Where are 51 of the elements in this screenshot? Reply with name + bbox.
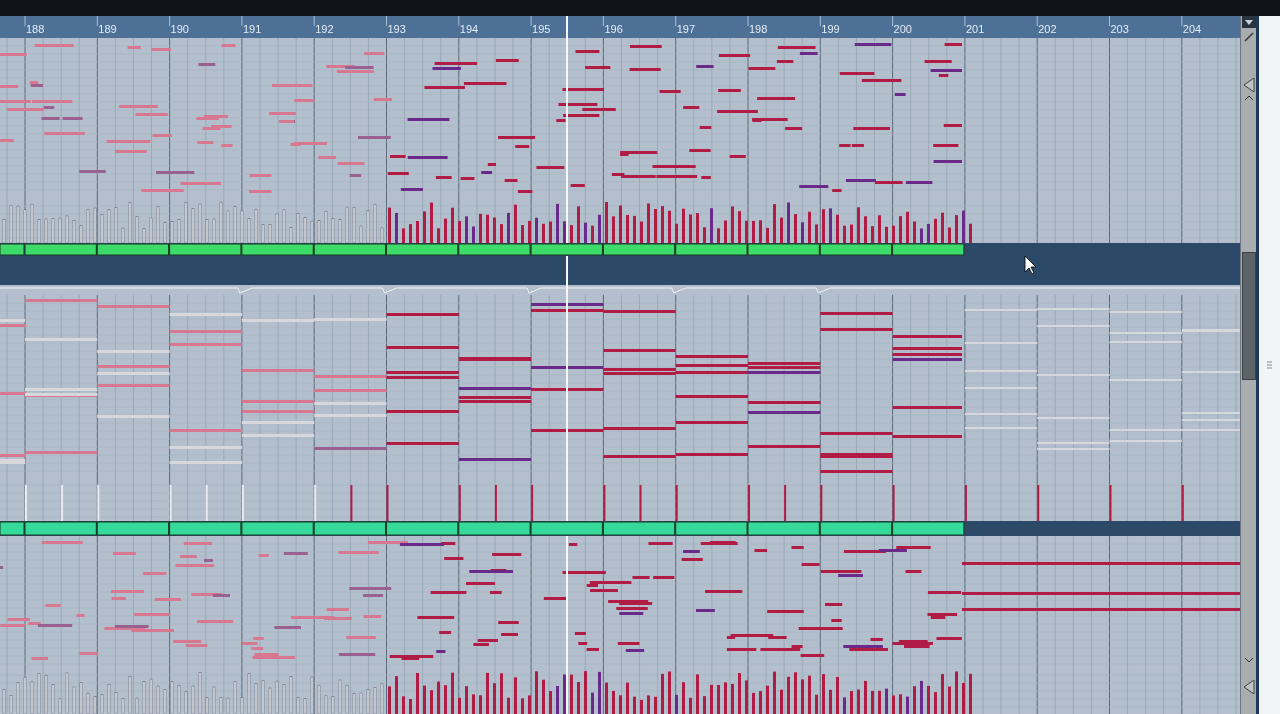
midi-part[interactable] <box>458 521 531 536</box>
midi-part[interactable] <box>892 243 965 256</box>
vertical-scrollbar[interactable] <box>1240 16 1256 714</box>
midi-part[interactable] <box>0 243 25 256</box>
splitter-grip-icon[interactable] <box>1267 361 1272 369</box>
scroll-down-icon[interactable] <box>1243 656 1254 664</box>
midi-part[interactable] <box>169 521 242 536</box>
midi-part[interactable] <box>675 243 748 256</box>
midi-part[interactable] <box>602 243 676 256</box>
midi-part[interactable] <box>386 521 459 536</box>
bar-number: 202 <box>1038 23 1057 35</box>
bar-number: 204 <box>1182 23 1202 35</box>
bar-number: 190 <box>170 23 189 35</box>
midi-part[interactable] <box>313 521 386 536</box>
midi-part[interactable] <box>169 243 242 256</box>
bar-number: 201 <box>965 23 985 35</box>
midi-part[interactable] <box>530 521 603 536</box>
dropdown-arrow-icon[interactable] <box>1241 16 1256 28</box>
midi-part[interactable] <box>747 243 820 256</box>
midi-part[interactable] <box>458 243 531 256</box>
bar-number: 191 <box>242 23 262 35</box>
midi-part[interactable] <box>602 521 676 536</box>
midi-part[interactable] <box>819 521 893 536</box>
scroll-up-icon[interactable] <box>1243 94 1254 102</box>
bar-number: 203 <box>1110 23 1129 35</box>
bar-number: 192 <box>315 23 334 35</box>
mouse-pointer-icon <box>1024 256 1037 275</box>
bar-number: 198 <box>749 23 768 35</box>
bar-number: 199 <box>821 23 840 35</box>
midi-part[interactable] <box>892 521 965 536</box>
midi-part[interactable] <box>241 521 314 536</box>
bar-number: 196 <box>604 23 623 35</box>
midi-part[interactable] <box>386 243 459 256</box>
scrollbar-thumb[interactable] <box>1241 252 1256 380</box>
bar-number: 189 <box>98 23 117 35</box>
midi-part[interactable] <box>0 521 25 536</box>
midi-part[interactable] <box>241 243 314 256</box>
midi-part[interactable] <box>819 243 893 256</box>
bar-number: 194 <box>459 23 479 35</box>
pencil-icon[interactable] <box>1243 32 1254 42</box>
midi-part[interactable] <box>675 521 748 536</box>
bar-number: 197 <box>676 23 696 35</box>
midi-part[interactable] <box>313 243 386 256</box>
midi-part[interactable] <box>96 521 170 536</box>
midi-part[interactable] <box>747 521 820 536</box>
bar-number: 193 <box>387 23 406 35</box>
bar-number: 200 <box>893 23 912 35</box>
bar-number: 195 <box>532 23 551 35</box>
bar-number: 188 <box>26 23 45 35</box>
midi-part[interactable] <box>530 243 603 256</box>
midi-part[interactable] <box>96 243 170 256</box>
